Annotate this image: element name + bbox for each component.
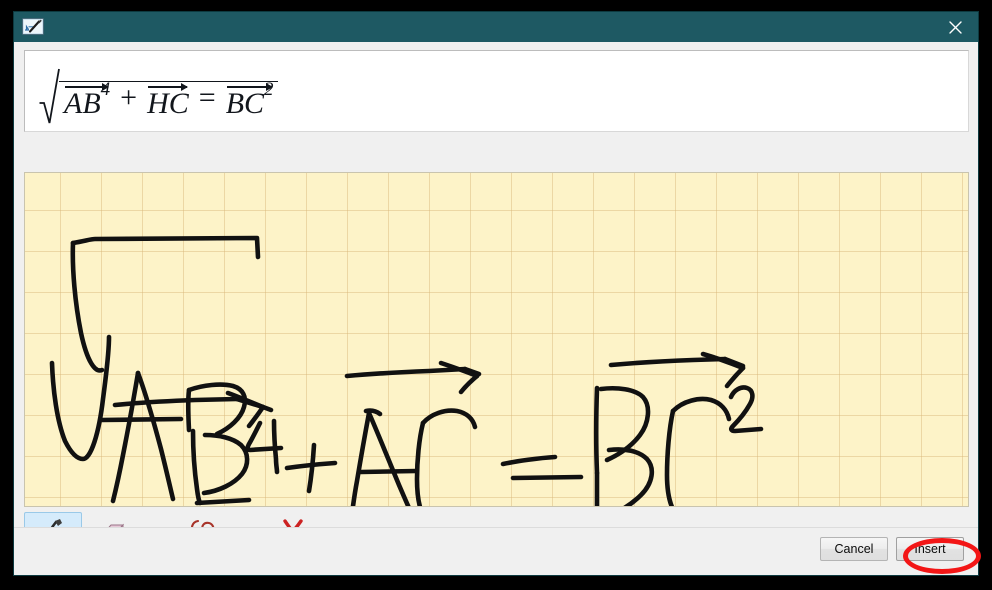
term-ab-base: AB [64, 87, 101, 120]
recognized-equation: AB4 + HC = BC2 [39, 55, 278, 127]
vector-term-ab: AB4 [64, 80, 110, 121]
term-bc-exponent: 2 [264, 79, 274, 100]
radical-expression: AB4 + HC = BC2 [39, 68, 278, 127]
vector-term-bc: BC2 [225, 80, 274, 121]
ink-strokes [49, 235, 764, 506]
title-bar [14, 12, 978, 42]
handwriting-input-area[interactable] [24, 172, 969, 507]
screenshot-root: AB4 + HC = BC2 Cancel Insert [0, 0, 992, 590]
footer-buttons: Cancel Insert [820, 537, 964, 561]
operator-equals: = [198, 81, 216, 114]
dialog-footer: Cancel Insert [14, 527, 978, 575]
radicand: AB4 + HC = BC2 [59, 80, 278, 121]
vector-term-hc: HC [147, 83, 189, 121]
math-input-panel-window: AB4 + HC = BC2 Cancel Insert [14, 12, 978, 575]
vector-arrow-icon [148, 83, 188, 91]
operator-plus: + [120, 81, 138, 114]
close-icon[interactable] [932, 12, 978, 42]
client-area: AB4 + HC = BC2 Cancel Insert [14, 42, 978, 575]
term-ab-exponent: 4 [100, 79, 111, 100]
cancel-button[interactable]: Cancel [820, 537, 888, 561]
term-hc-base: HC [147, 87, 189, 120]
math-input-panel-icon [22, 17, 44, 36]
square-root-icon [39, 67, 61, 125]
insert-button[interactable]: Insert [896, 537, 964, 561]
equation-preview-panel[interactable]: AB4 + HC = BC2 [24, 50, 969, 132]
term-bc-base: BC [225, 87, 265, 120]
